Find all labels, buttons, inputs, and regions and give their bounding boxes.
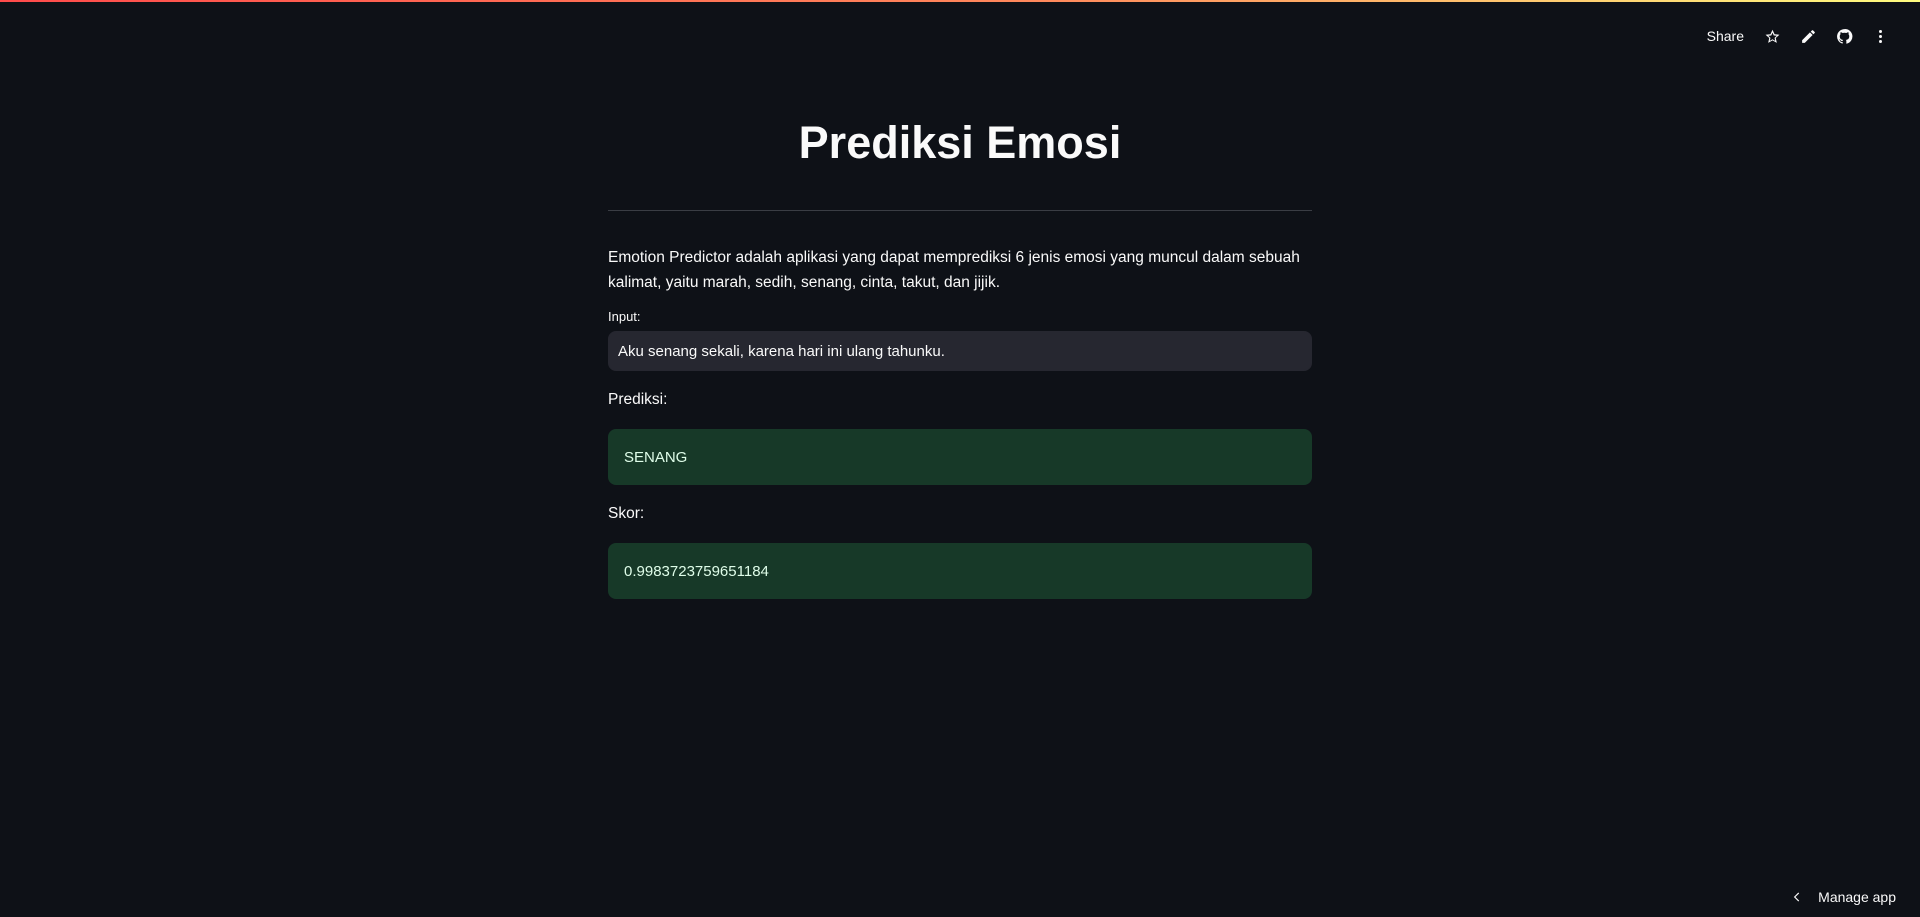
star-icon[interactable]	[1754, 22, 1790, 50]
more-vertical-icon[interactable]	[1862, 22, 1898, 50]
app-description: Emotion Predictor adalah aplikasi yang d…	[608, 249, 1300, 291]
share-button[interactable]: Share	[1697, 24, 1754, 48]
divider	[608, 210, 1312, 211]
page-title: Prediksi Emosi	[798, 117, 1122, 168]
pencil-icon[interactable]	[1790, 22, 1826, 50]
header-decoration-bar	[0, 0, 1920, 2]
prediction-value: SENANG	[624, 448, 688, 466]
manage-app-label: Manage app	[1818, 889, 1896, 905]
header-toolbar: Share	[1697, 22, 1898, 50]
text-input-field[interactable]	[608, 331, 1312, 371]
input-label: Input:	[608, 309, 641, 324]
score-value: 0.9983723759651184	[624, 562, 769, 580]
prediction-label: Prediksi:	[608, 391, 668, 408]
main-content: Prediksi Emosi Emotion Predictor adalah …	[608, 100, 1312, 599]
manage-app-button[interactable]: Manage app	[1790, 889, 1896, 905]
github-icon[interactable]	[1826, 22, 1862, 50]
score-label: Skor:	[608, 505, 645, 522]
chevron-left-icon	[1793, 892, 1800, 902]
prediction-result-box: SENANG	[608, 429, 1312, 485]
score-result-box: 0.9983723759651184	[608, 543, 1312, 599]
